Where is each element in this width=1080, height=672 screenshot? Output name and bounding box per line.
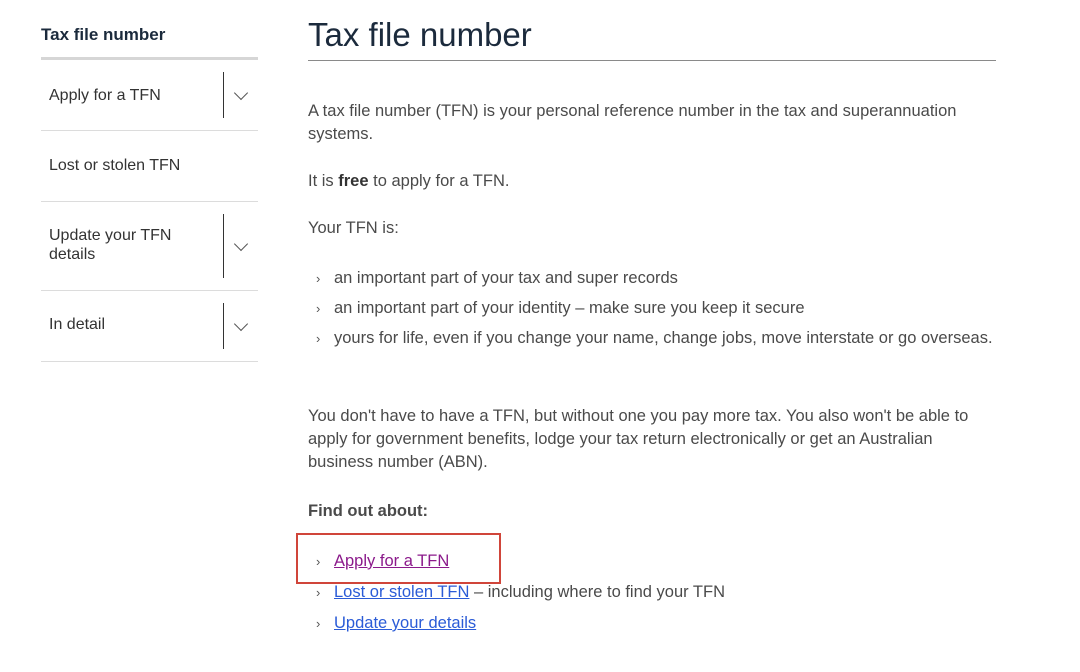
sidebar-title: Tax file number	[41, 0, 258, 60]
list-item-text: yours for life, even if you change your …	[334, 329, 993, 347]
your-tfn-is-label: Your TFN is:	[308, 219, 399, 237]
page-title: Tax file number	[308, 0, 996, 61]
no-tfn-paragraph: You don't have to have a TFN, but withou…	[308, 407, 969, 471]
chevron-down-icon	[233, 85, 249, 100]
sidebar-item-update[interactable]: Update your TFN details	[41, 202, 258, 291]
free-paragraph: It is free to apply for a TFN.	[308, 170, 996, 193]
list-item: › an important part of your tax and super…	[308, 267, 996, 290]
list-item: › Update your details	[308, 612, 996, 635]
chevron-right-icon: ›	[316, 585, 321, 600]
sidebar-item-apply[interactable]: Apply for a TFN	[41, 60, 258, 131]
intro-paragraph: A tax file number (TFN) is your personal…	[308, 102, 957, 143]
list-item-text: an important part of your identity – mak…	[334, 299, 805, 317]
chevron-right-icon: ›	[316, 616, 321, 631]
chevron-right-icon: ›	[316, 271, 321, 286]
expand-toggle-apply[interactable]	[223, 72, 258, 118]
highlight-box	[296, 533, 501, 584]
sidebar-nav: Tax file number Apply for a TFN Lost or …	[41, 0, 258, 362]
list-item: › Lost or stolen TFN – including where to…	[308, 581, 996, 604]
link-lost-or-stolen-tfn[interactable]: Lost or stolen TFN	[334, 583, 469, 601]
free-text-after: to apply for a TFN.	[368, 172, 510, 190]
tfn-bullet-list: › an important part of your tax and super…	[308, 267, 996, 350]
sidebar-item-label: Lost or stolen TFN	[49, 157, 181, 174]
expand-toggle-in-detail[interactable]	[223, 303, 258, 349]
sidebar-item-label: Apply for a TFN	[49, 87, 161, 104]
chevron-right-icon: ›	[316, 331, 321, 346]
list-item-text: an important part of your tax and super …	[334, 269, 678, 287]
find-out-heading: Find out about:	[308, 502, 429, 520]
sidebar-item-lost[interactable]: Lost or stolen TFN	[41, 131, 258, 202]
sidebar-item-in-detail[interactable]: In detail	[41, 291, 258, 362]
chevron-down-icon	[233, 236, 249, 251]
expand-toggle-update[interactable]	[223, 214, 258, 278]
link-suffix: – including where to find your TFN	[469, 583, 725, 601]
sidebar-item-label: In detail	[49, 316, 106, 333]
sidebar-item-label: Update your TFN details	[49, 227, 172, 263]
free-text-before: It is	[308, 172, 339, 190]
main-content: Tax file number A tax file number (TFN) …	[308, 0, 996, 632]
free-bold: free	[338, 172, 369, 190]
chevron-right-icon: ›	[316, 301, 321, 316]
chevron-down-icon	[233, 316, 249, 331]
list-item: › an important part of your identity – ma…	[308, 297, 996, 320]
list-item: › yours for life, even if you change your…	[308, 327, 994, 350]
link-update-your-details[interactable]: Update your details	[334, 614, 476, 632]
